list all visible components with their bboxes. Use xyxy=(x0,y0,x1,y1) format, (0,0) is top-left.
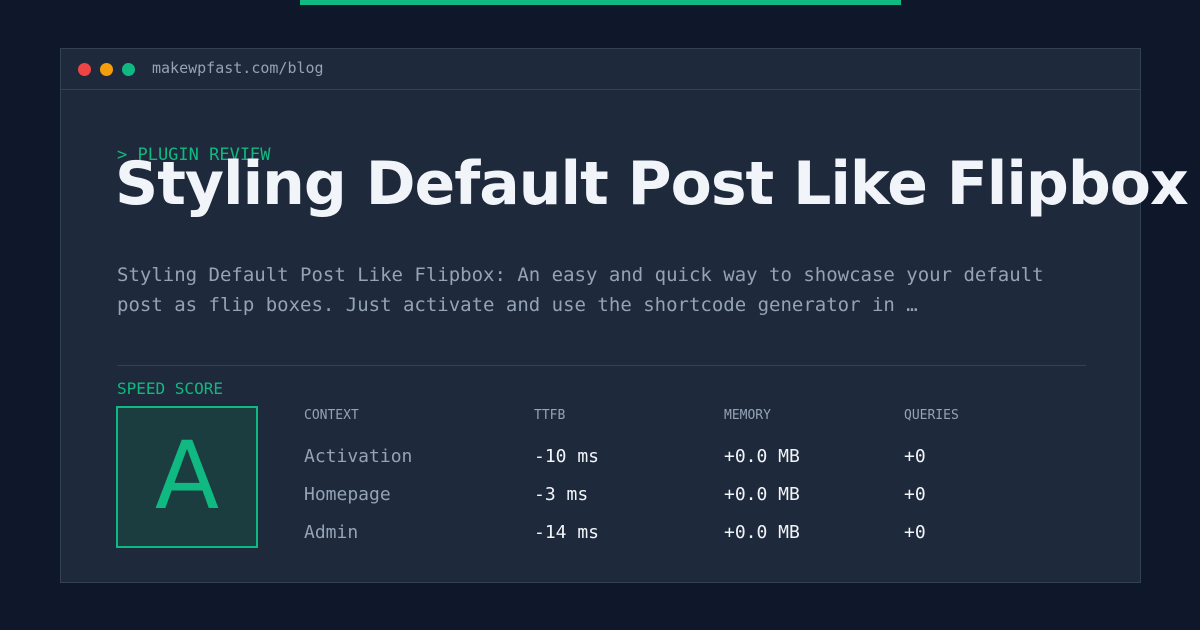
header-memory: MEMORY xyxy=(724,408,771,423)
table-row: Admin -14 ms +0.0 MB +0 xyxy=(304,512,1084,550)
speed-grade-letter: A xyxy=(154,422,220,531)
row-queries: +0 xyxy=(904,446,926,467)
header-context: CONTEXT xyxy=(304,408,359,423)
window-titlebar: makewpfast.com/blog xyxy=(61,49,1140,90)
row-queries: +0 xyxy=(904,522,926,543)
post-title: Styling Default Post Like Flipbox xyxy=(115,149,1189,219)
header-queries: QUERIES xyxy=(904,408,959,423)
row-context: Activation xyxy=(304,446,413,467)
metrics-table-header: CONTEXT TTFB MEMORY QUERIES xyxy=(304,404,1084,436)
window-url: makewpfast.com/blog xyxy=(152,59,324,77)
header-ttfb: TTFB xyxy=(534,408,566,423)
row-context: Admin xyxy=(304,522,359,543)
row-ttfb: -10 ms xyxy=(534,446,600,467)
speed-score-label: SPEED SCORE xyxy=(117,379,223,398)
performance-metrics-table: CONTEXT TTFB MEMORY QUERIES Activation -… xyxy=(304,404,1084,550)
row-ttfb: -3 ms xyxy=(534,484,589,505)
row-memory: +0.0 MB xyxy=(724,484,800,505)
row-memory: +0.0 MB xyxy=(724,446,800,467)
row-ttfb: -14 ms xyxy=(534,522,600,543)
row-context: Homepage xyxy=(304,484,391,505)
speed-grade-badge: A xyxy=(116,406,258,548)
table-row: Homepage -3 ms +0.0 MB +0 xyxy=(304,474,1084,512)
section-divider xyxy=(117,365,1086,366)
post-excerpt: Styling Default Post Like Flipbox: An ea… xyxy=(117,264,1044,316)
close-window-dot[interactable] xyxy=(78,63,91,76)
row-queries: +0 xyxy=(904,484,926,505)
top-accent-bar xyxy=(300,0,901,5)
table-row: Activation -10 ms +0.0 MB +0 xyxy=(304,436,1084,474)
maximize-window-dot[interactable] xyxy=(122,63,135,76)
row-memory: +0.0 MB xyxy=(724,522,800,543)
minimize-window-dot[interactable] xyxy=(100,63,113,76)
browser-window: makewpfast.com/blog > PLUGIN REVIEW Styl… xyxy=(60,48,1189,583)
